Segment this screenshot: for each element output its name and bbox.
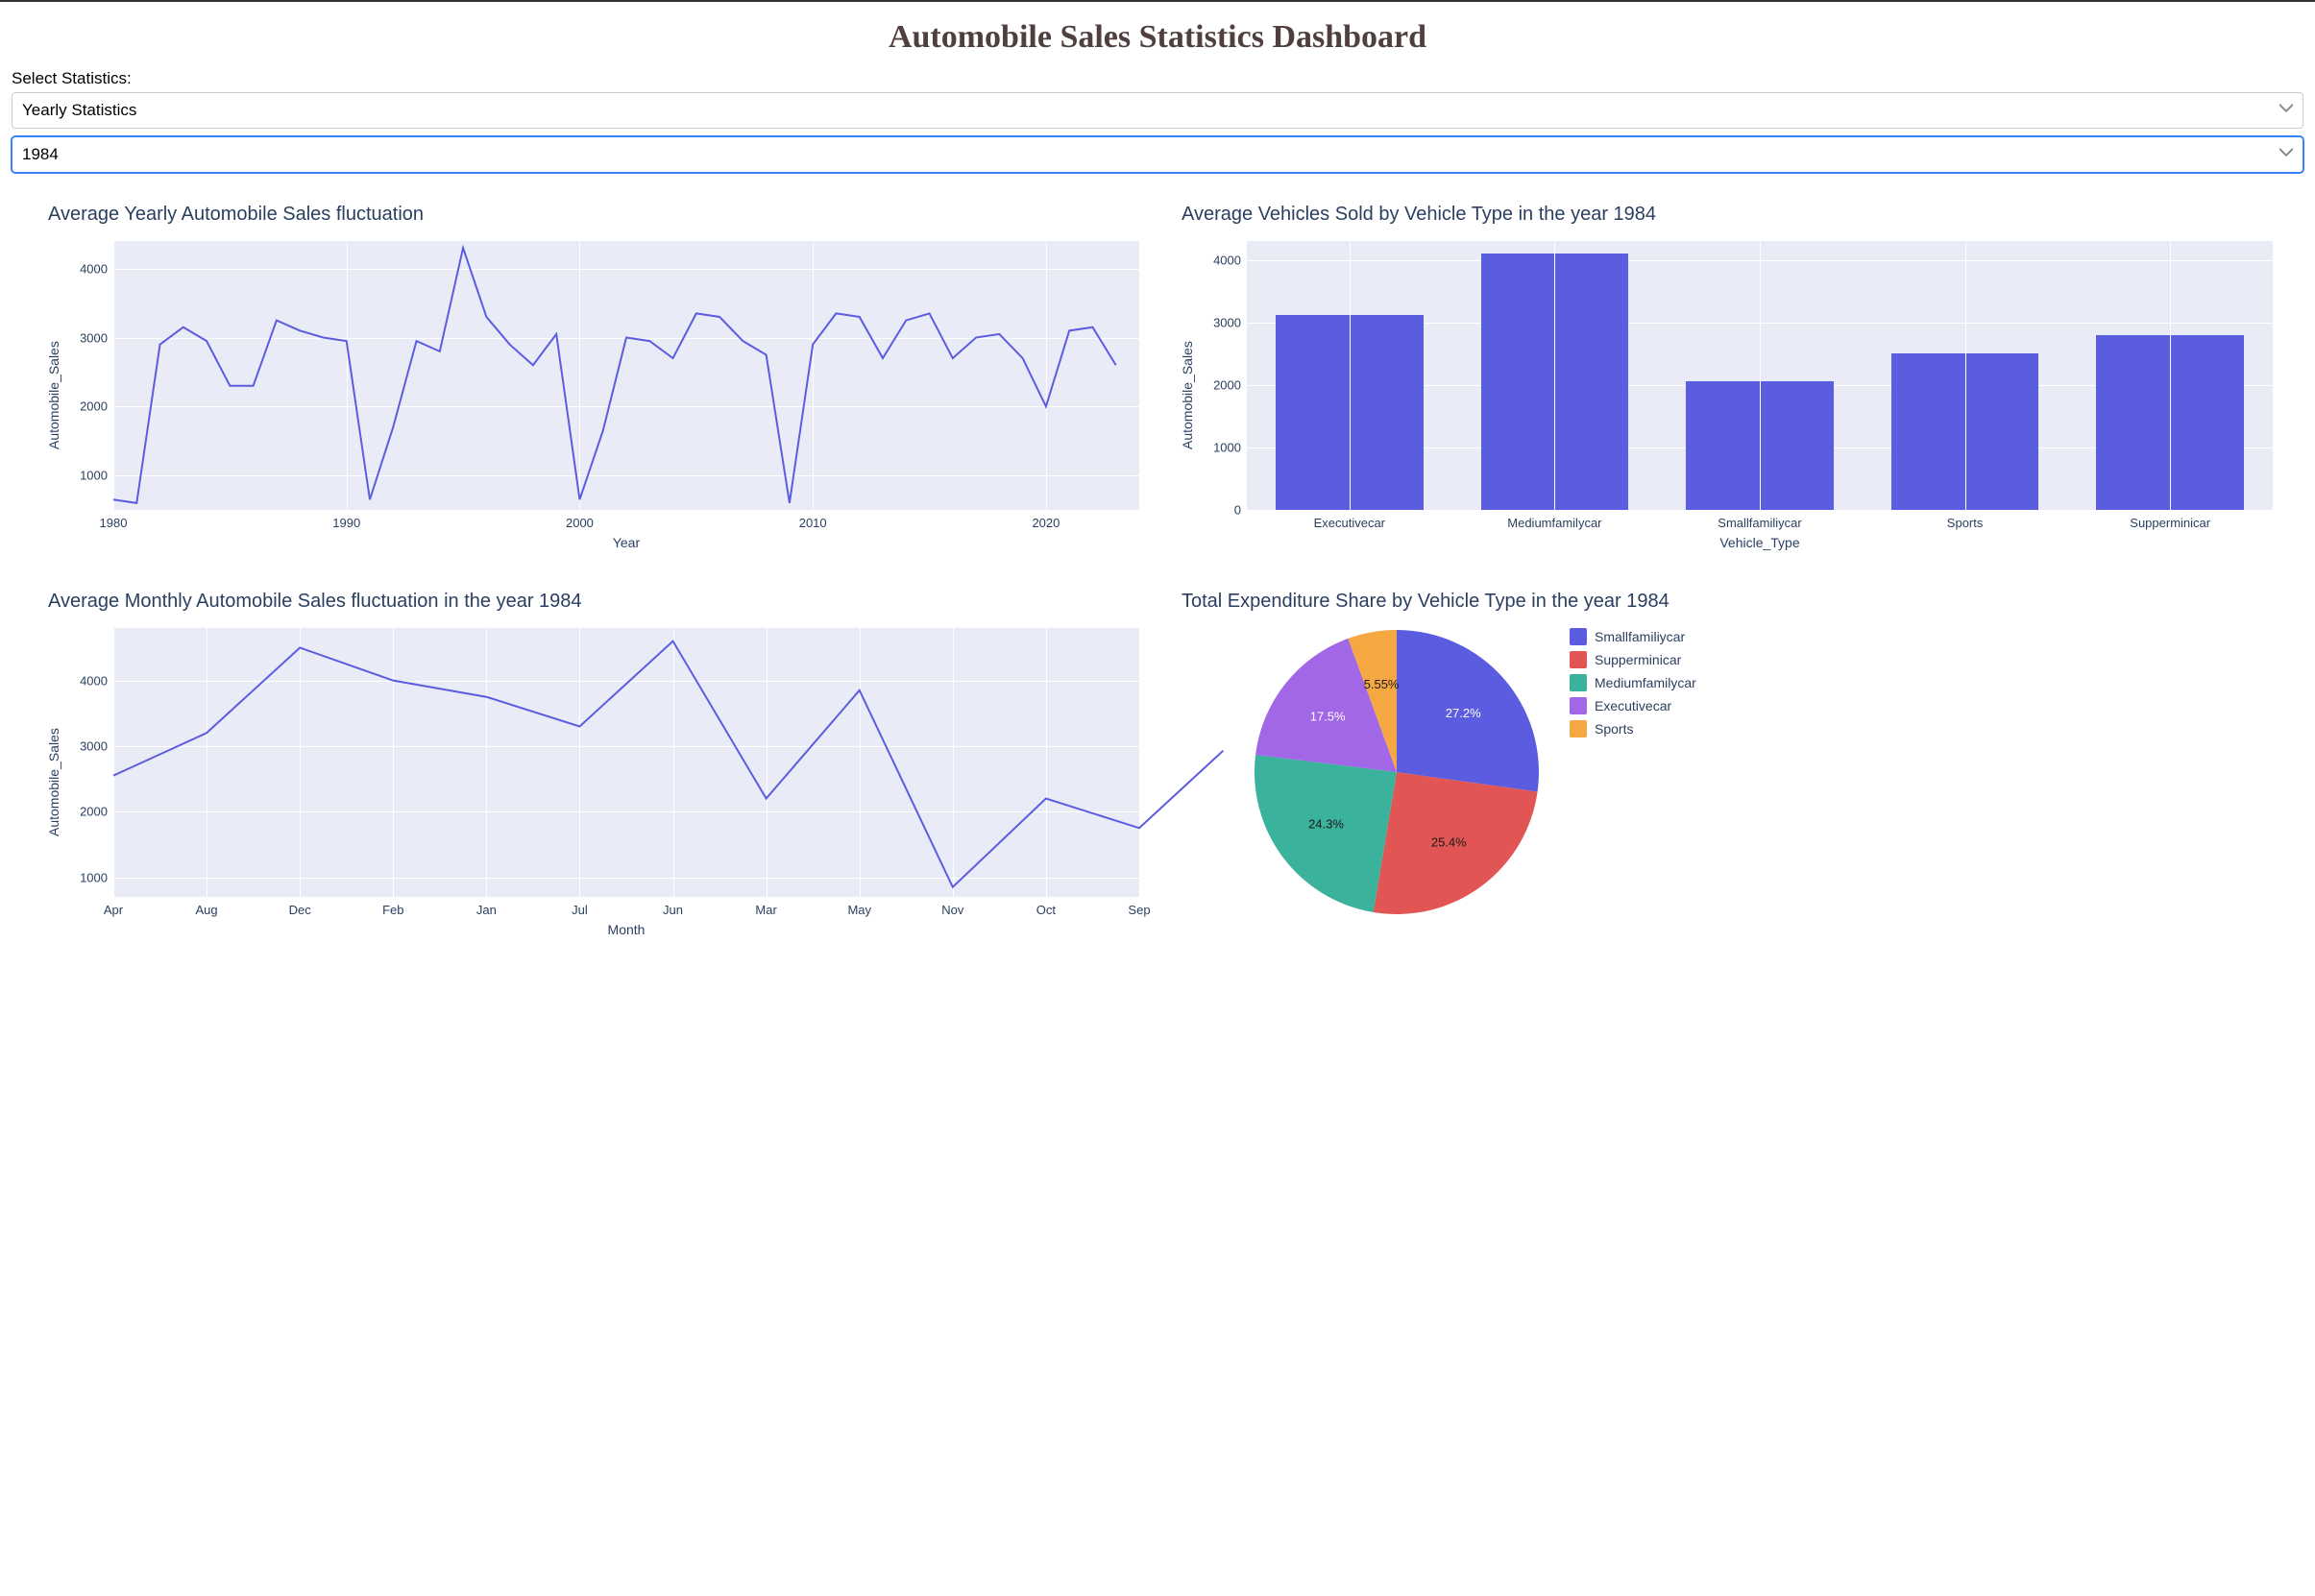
plot-area[interactable]: 27.2% 25.4% 24.3% 17.5% 5.55% — [1253, 628, 1541, 916]
year-dropdown[interactable]: 1984 — [12, 136, 2303, 173]
y-tick: 4000 — [56, 673, 113, 688]
select-statistics-label: Select Statistics: — [12, 69, 2303, 88]
legend-label: Supperminicar — [1595, 652, 1681, 667]
x-axis-label: Vehicle_Type — [1247, 535, 2273, 550]
y-tick: 2000 — [1189, 377, 1247, 392]
legend-swatch — [1570, 651, 1587, 668]
legend-label: Sports — [1595, 721, 1633, 737]
plot-area[interactable]: 1000200030004000AprAugDecFebJanJulJunMar… — [113, 628, 1139, 897]
legend-item[interactable]: Sports — [1570, 720, 1696, 738]
y-tick: 0 — [1189, 503, 1247, 518]
legend-item[interactable]: Mediumfamilycar — [1570, 674, 1696, 691]
chart-title: Total Expenditure Share by Vehicle Type … — [1182, 591, 2273, 613]
legend-label: Smallfamiliycar — [1595, 629, 1685, 644]
y-tick: 4000 — [1189, 253, 1247, 267]
chart-yearly-line: Average Yearly Automobile Sales fluctuat… — [38, 188, 1143, 556]
chevron-down-icon — [2279, 145, 2293, 164]
page-title: Automobile Sales Statistics Dashboard — [0, 19, 2315, 56]
year-dropdown-value: 1984 — [22, 145, 59, 163]
chart-monthly-line: Average Monthly Automobile Sales fluctua… — [38, 575, 1143, 943]
chart-title: Average Yearly Automobile Sales fluctuat… — [48, 204, 1139, 226]
y-tick: 3000 — [56, 738, 113, 753]
pie-slice-label: 5.55% — [1364, 677, 1400, 691]
chart-title: Average Vehicles Sold by Vehicle Type in… — [1182, 204, 2273, 226]
statistics-dropdown-value: Yearly Statistics — [22, 101, 136, 119]
plot-area[interactable]: 100020003000400019801990200020102020 — [113, 241, 1139, 510]
y-tick: 3000 — [1189, 315, 1247, 329]
pie-slice-label: 25.4% — [1431, 834, 1467, 849]
pie-slice-label: 27.2% — [1446, 706, 1481, 720]
y-tick: 4000 — [56, 261, 113, 276]
chart-title: Average Monthly Automobile Sales fluctua… — [48, 591, 1139, 613]
legend-swatch — [1570, 720, 1587, 738]
pie-legend: Smallfamiliycar Supperminicar Mediumfamily… — [1570, 628, 1696, 743]
legend-swatch — [1570, 628, 1587, 645]
plot-area[interactable]: 01000200030004000ExecutivecarMediumfamil… — [1247, 241, 2273, 510]
y-tick: 2000 — [56, 805, 113, 819]
legend-label: Mediumfamilycar — [1595, 675, 1696, 690]
legend-item[interactable]: Supperminicar — [1570, 651, 1696, 668]
statistics-dropdown[interactable]: Yearly Statistics — [12, 92, 2303, 129]
y-tick: 1000 — [56, 870, 113, 884]
pie-slice-label: 24.3% — [1308, 816, 1344, 831]
y-axis-label: Automobile_Sales — [42, 241, 65, 550]
pie-slice-label: 17.5% — [1310, 709, 1346, 723]
legend-swatch — [1570, 697, 1587, 714]
y-tick: 2000 — [56, 399, 113, 414]
legend-item[interactable]: Smallfamiliycar — [1570, 628, 1696, 645]
legend-label: Executivecar — [1595, 698, 1671, 713]
pie-slice[interactable] — [1255, 755, 1397, 912]
x-axis-label: Month — [113, 922, 1139, 937]
legend-item[interactable]: Executivecar — [1570, 697, 1696, 714]
y-tick: 1000 — [1189, 440, 1247, 454]
chart-vehicle-bar: Average Vehicles Sold by Vehicle Type in… — [1172, 188, 2277, 556]
chart-expenditure-pie: Total Expenditure Share by Vehicle Type … — [1172, 575, 2277, 943]
legend-swatch — [1570, 674, 1587, 691]
y-tick: 3000 — [56, 330, 113, 345]
x-axis-label: Year — [113, 535, 1139, 550]
y-tick: 1000 — [56, 469, 113, 483]
chevron-down-icon — [2279, 101, 2293, 120]
